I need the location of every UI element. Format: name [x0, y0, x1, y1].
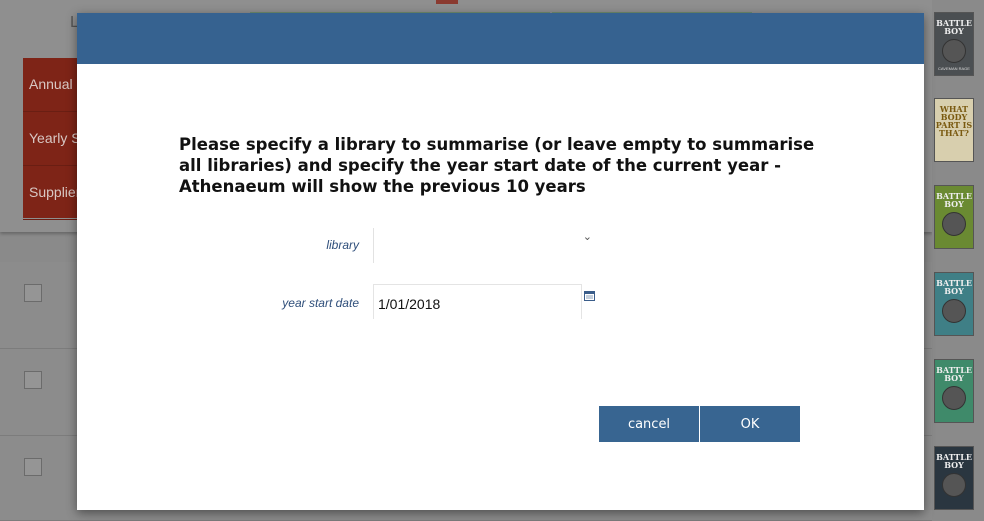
menu-item-yearly[interactable]: Yearly S	[23, 112, 83, 166]
summary-dialog: Please specify a library to summarise (o…	[77, 13, 924, 510]
ok-button[interactable]: OK	[700, 406, 800, 442]
row-checkbox[interactable]	[24, 458, 42, 476]
book-cover-title: BATTLE BOY	[936, 18, 972, 36]
library-label: library	[326, 238, 359, 252]
book-cover[interactable]: BATTLE BOY	[934, 359, 974, 423]
menu-item-annual[interactable]: Annual S	[23, 58, 83, 112]
book-cover[interactable]: BATTLE BOY	[934, 272, 974, 336]
dialog-message: Please specify a library to summarise (o…	[179, 135, 815, 196]
book-cover-title: BATTLE BOY	[936, 452, 972, 470]
year-start-label: year start date	[282, 296, 359, 310]
book-cover-art	[942, 386, 966, 410]
book-cover-art	[942, 473, 966, 497]
book-cover-title: BATTLE BOY	[936, 191, 972, 209]
book-cover[interactable]: WHAT BODY PART IS THAT?	[934, 98, 974, 162]
chevron-down-icon[interactable]: ⌄	[583, 230, 592, 243]
book-cover[interactable]: BATTLE BOY	[934, 446, 974, 510]
book-cover-title: WHAT BODY PART IS THAT?	[935, 104, 973, 138]
dialog-header	[77, 13, 924, 64]
menu-item-supplier[interactable]: Supplier	[23, 166, 83, 220]
book-cover-art	[942, 212, 966, 236]
library-select[interactable]: ⌄	[373, 228, 598, 263]
year-start-date-value: 1/01/2018	[378, 296, 441, 312]
book-cover-art	[942, 39, 966, 63]
calendar-icon[interactable]	[584, 291, 595, 301]
book-cover-title: BATTLE BOY	[936, 365, 972, 383]
row-checkbox[interactable]	[24, 284, 42, 302]
row-checkbox[interactable]	[24, 371, 42, 389]
book-cover[interactable]: BATTLE BOY CAVEMAN RAGE	[934, 12, 974, 76]
book-cover[interactable]: BATTLE BOY	[934, 185, 974, 249]
book-cover-title: BATTLE BOY	[936, 278, 972, 296]
background-indicator	[436, 0, 458, 4]
book-cover-art	[942, 299, 966, 323]
book-cover-column: BATTLE BOY CAVEMAN RAGE WHAT BODY PART I…	[932, 0, 984, 520]
background-menu: Annual S Yearly S Supplier	[23, 58, 83, 220]
cancel-button[interactable]: cancel	[599, 406, 699, 442]
book-cover-subtitle: CAVEMAN RAGE	[938, 66, 970, 71]
year-start-date-input[interactable]: 1/01/2018	[373, 284, 582, 319]
